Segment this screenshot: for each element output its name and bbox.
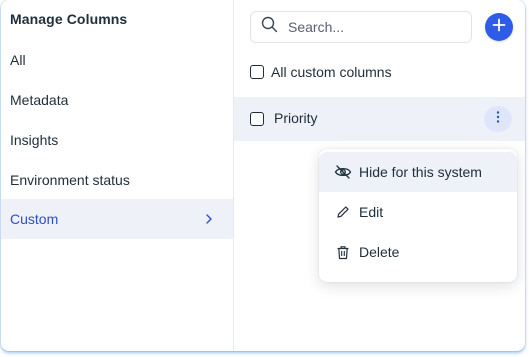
- all-custom-columns-label: All custom columns: [271, 64, 392, 80]
- sidebar-item-all[interactable]: All: [1, 40, 233, 80]
- sidebar-item-label: Metadata: [10, 92, 69, 108]
- manage-columns-panel: Manage Columns All Metadata Insights Env…: [1, 0, 525, 351]
- panel-title: Manage Columns: [10, 11, 128, 27]
- trash-icon: [334, 243, 352, 261]
- pencil-icon: [334, 203, 352, 221]
- column-label: Priority: [274, 110, 318, 126]
- menu-item-label: Delete: [359, 244, 400, 260]
- search-input[interactable]: [286, 18, 460, 36]
- add-column-button[interactable]: [485, 13, 513, 41]
- menu-item-hide[interactable]: Hide for this system: [319, 152, 517, 192]
- sidebar-item-label: Custom: [10, 211, 59, 227]
- plus-icon: [492, 18, 506, 37]
- sidebar-item-label: All: [10, 52, 26, 68]
- category-sidebar: Manage Columns All Metadata Insights Env…: [1, 0, 234, 351]
- menu-item-delete[interactable]: Delete: [319, 232, 517, 272]
- menu-item-label: Hide for this system: [359, 164, 482, 180]
- chevron-right-icon: [205, 199, 213, 239]
- more-vertical-icon: [496, 110, 500, 128]
- column-row-priority[interactable]: Priority: [234, 97, 525, 141]
- column-actions-menu: Hide for this system Edit Delete: [319, 149, 517, 282]
- sidebar-item-custom[interactable]: Custom: [1, 199, 233, 239]
- sidebar-item-metadata[interactable]: Metadata: [1, 80, 233, 120]
- menu-item-label: Edit: [359, 204, 384, 220]
- all-custom-columns-checkbox[interactable]: [250, 65, 264, 79]
- menu-item-edit[interactable]: Edit: [319, 192, 517, 232]
- sidebar-item-label: Environment status: [10, 172, 130, 188]
- all-custom-columns-row: All custom columns: [250, 62, 392, 82]
- eye-off-icon: [334, 163, 352, 181]
- sidebar-item-environment-status[interactable]: Environment status: [1, 160, 233, 200]
- search-box[interactable]: [250, 11, 472, 43]
- search-icon: [261, 16, 278, 38]
- more-actions-button[interactable]: [484, 106, 512, 132]
- sidebar-item-label: Insights: [10, 132, 59, 148]
- sidebar-item-insights[interactable]: Insights: [1, 120, 233, 160]
- priority-checkbox[interactable]: [250, 112, 264, 126]
